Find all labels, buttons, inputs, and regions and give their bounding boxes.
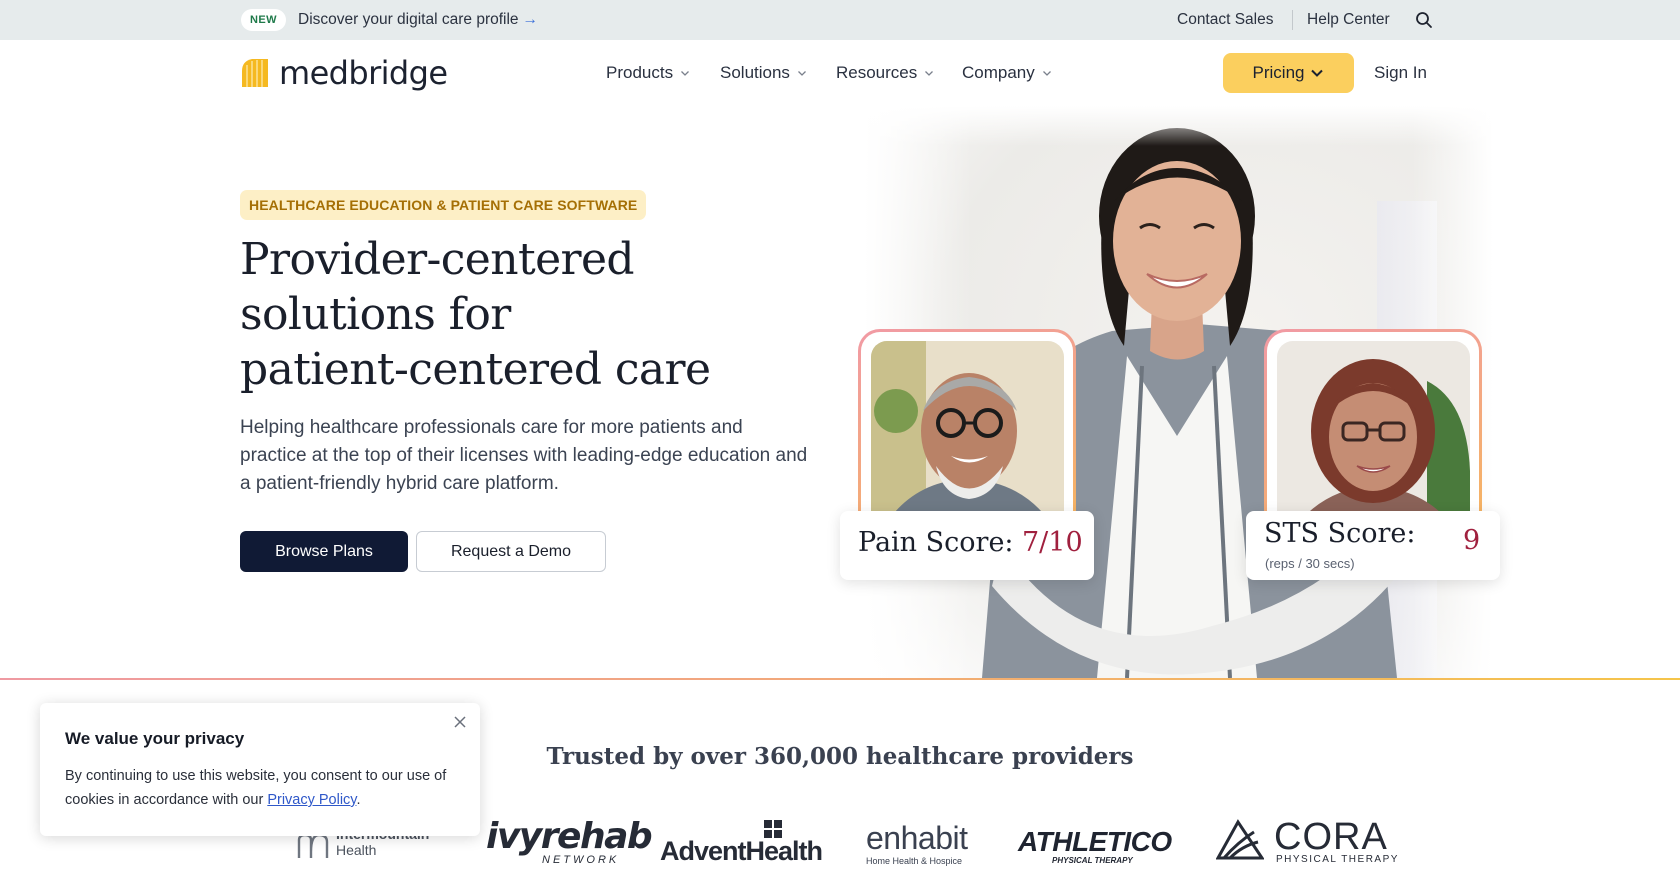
cookie-text: By continuing to use this website, you c… [65,768,447,808]
request-demo-button[interactable]: Request a Demo [416,531,606,572]
logo-text: ATHLETICO [1018,826,1172,857]
browse-plans-button[interactable]: Browse Plans [240,531,408,572]
cookie-body: By continuing to use this website, you c… [65,764,460,812]
menu-products[interactable]: Products [606,63,690,83]
logo-text: PHYSICAL THERAPY [1052,856,1133,865]
patient-portrait-man [871,341,1064,531]
sign-in-link[interactable]: Sign In [1374,63,1427,83]
logo-text: NETWORK [542,854,620,866]
patient-man-illustration [871,341,1064,531]
intermountain-logo-icon [297,833,329,858]
hero-subcopy: Helping healthcare professionals care fo… [240,417,808,494]
sts-score-note: (reps / 30 secs) [1265,556,1355,571]
search-icon[interactable] [1414,10,1434,30]
cookie-text: . [356,792,361,808]
logo-text: AdventHealth [660,836,823,866]
hero-headline: Provider-centered solutions for patient-… [240,232,840,397]
pain-score-label: Pain Score: [858,527,1014,558]
photo-fade [852,106,1502,146]
headline-line: Provider-centered [240,234,635,285]
section-divider [0,678,1680,680]
sts-score-card: STS Score: 9 (reps / 30 secs) [1246,511,1500,580]
patient-portrait-woman [1277,341,1470,531]
divider [1292,10,1293,30]
ivyrehab-logo: ivyrehab NETWORK [486,816,653,866]
contact-sales-link[interactable]: Contact Sales [1177,11,1274,29]
menu-company[interactable]: Company [962,63,1052,83]
menu-label: Products [606,63,674,82]
headline-line: patient-centered care [240,344,711,395]
pain-score-value: 7/10 [1022,527,1083,558]
sts-score-value: 9 [1463,525,1481,556]
main-nav: medbridge Products Solutions Resources C… [0,40,1680,106]
logo-text: CORA [1274,816,1388,858]
announcement-link[interactable]: Discover your digital care profile → [298,11,538,29]
chevron-down-icon [681,71,690,76]
medbridge-logo[interactable]: medbridge [240,54,448,92]
cookie-title: We value your privacy [65,729,245,748]
logo-text: enhabit [866,820,968,856]
athletico-logo: ATHLETICO PHYSICAL THERAPY [1018,826,1172,865]
chevron-down-icon [925,71,934,76]
patient-woman-illustration [1277,341,1470,531]
close-icon[interactable] [451,713,469,731]
headline-line: solutions for [240,289,511,340]
medbridge-logo-icon [242,59,268,87]
menu-label: Company [962,63,1035,82]
menu-solutions[interactable]: Solutions [720,63,807,83]
pricing-label: Pricing [1252,63,1305,82]
cora-logo-icon [1216,819,1264,860]
chevron-down-icon [1042,71,1051,76]
announcement-text: Discover your digital care profile [298,11,519,28]
new-badge: NEW [241,9,286,31]
enhabit-logo: enhabit Home Health & Hospice [866,820,968,866]
logo-text: PHYSICAL THERAPY [1276,854,1399,865]
pricing-button[interactable]: Pricing [1223,53,1354,93]
announcement-bar: NEW Discover your digital care profile → … [0,0,1680,40]
chevron-down-icon [1311,69,1324,77]
logo-text: ivyrehab [486,816,653,857]
cookie-banner: We value your privacy By continuing to u… [40,703,480,836]
menu-label: Solutions [720,63,790,82]
hero-eyebrow: HEALTHCARE EDUCATION & PATIENT CARE SOFT… [240,190,647,220]
sts-score-label: STS Score: [1264,518,1416,549]
chevron-down-icon [797,71,806,76]
help-center-link[interactable]: Help Center [1307,11,1390,29]
logo-text: Home Health & Hospice [866,856,963,866]
pain-score-card: Pain Score: 7/10 [840,511,1094,580]
menu-resources[interactable]: Resources [836,63,934,83]
logo-text: Health [336,842,377,858]
arrow-right-icon: → [522,11,539,28]
menu-label: Resources [836,63,918,82]
brand-wordmark: medbridge [279,54,448,92]
privacy-policy-link[interactable]: Privacy Policy [267,792,356,808]
